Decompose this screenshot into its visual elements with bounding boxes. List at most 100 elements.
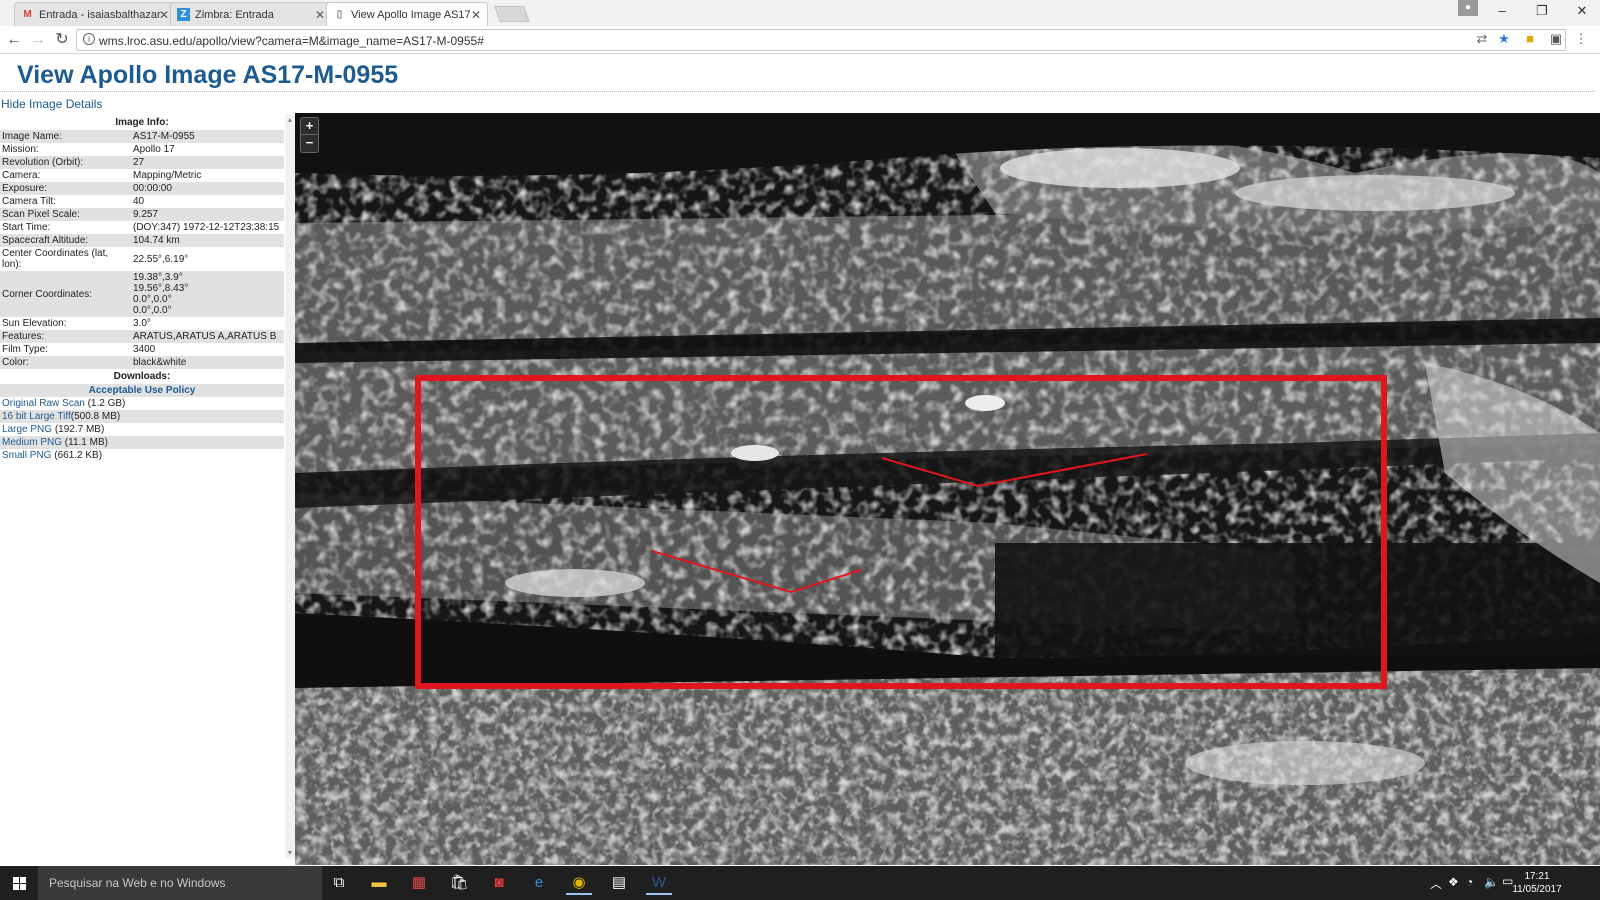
download-size: (11.1 MB) [64,437,108,448]
info-key: Revolution (Orbit): [0,156,131,169]
dropbox-icon[interactable]: ❖ [1448,875,1459,889]
info-value: 3.0° [133,318,151,329]
info-value: 19.38°,3.9° 19.56°,8.43° 0.0°,0.0° 0.0°,0.0… [131,271,284,317]
info-icon[interactable]: i [83,33,95,45]
close-tab-icon[interactable]: ✕ [159,8,169,22]
new-tab-button[interactable] [494,6,530,22]
corner-coordinate: 19.38°,3.9° [133,272,183,283]
download-size: (661.2 KB) [54,450,103,461]
browser-toolbar: ← → ↻ i wms.lroc.asu.edu/apollo/view?cam… [0,26,1600,54]
info-key: Color: [0,356,131,369]
maximize-button[interactable]: ❐ [1524,0,1560,22]
clock-date: 11/05/2017 [1512,884,1562,895]
back-icon[interactable]: ← [4,30,24,50]
info-value: 40 [133,196,145,207]
download-16bit-tiff-link[interactable]: 16 bit Large Tiff [2,411,71,422]
edge-icon[interactable]: e [526,871,552,895]
info-value: AS17-M-0955 [131,130,284,143]
zoom-out-button[interactable]: − [301,135,318,152]
tray-chevron-icon[interactable]: ︿ [1430,875,1442,892]
download-large-png-link[interactable]: Large PNG [2,424,52,435]
profile-icon[interactable]: ● [1458,0,1478,16]
scroll-down-icon[interactable]: ▼ [286,850,294,857]
store-icon[interactable]: 🛍 [446,871,472,895]
info-value: 3400 [133,344,156,355]
close-window-button[interactable]: ✕ [1564,0,1600,22]
info-key: Mission: [2,144,39,155]
volume-muted-icon[interactable]: 🔈 [1484,875,1499,889]
info-row-start-time: Start Time: (DOY:347) 1972-12-12T23:38:15 [0,221,284,234]
info-row-center-coordinates: Center Coordinates (lat, lon): 22.55°,6.1… [0,247,284,271]
info-row-corner-coordinates: Corner Coordinates: 19.38°,3.9° 19.56°,8.4… [0,271,284,317]
tab-title: Zimbra: Entrada [195,9,274,21]
task-view-icon[interactable]: ⧉ [326,871,352,895]
info-key: Image Name: [0,130,131,143]
file-explorer-icon[interactable]: ▬ [366,871,392,895]
close-tab-icon[interactable]: ✕ [471,8,481,22]
download-medium-png-link[interactable]: Medium PNG [2,437,62,448]
extension-icon[interactable]: ■ [1521,30,1539,48]
clock-time: 17:21 [1524,871,1550,882]
info-row-features: Features: ARATUS,ARATUS A,ARATUS B [0,330,284,343]
calendar-icon[interactable]: ▤ [606,871,632,895]
image-viewer[interactable] [295,113,1600,865]
image-info-table: Image Info: Image Name: AS17-M-0955 Missi… [0,115,284,462]
image-details-panel: Image Info: Image Name: AS17-M-0955 Missi… [0,115,293,859]
taskbar-search-box[interactable]: Pesquisar na Web e no Windows [38,866,322,900]
info-row-exposure: Exposure: 00:00:00 [0,182,284,195]
reload-icon[interactable]: ↻ [52,30,72,50]
download-size: (1.2 GB) [87,398,126,409]
network-icon[interactable]: ◔ [1466,875,1473,889]
zoom-control: + − [300,117,319,153]
tab-title: View Apollo Image AS17 [351,9,471,21]
scroll-up-icon[interactable]: ▲ [286,117,294,124]
info-row-image-name: Image Name: AS17-M-0955 [0,130,284,143]
info-row-altitude: Spacecraft Altitude: 104.74 km [0,234,284,247]
hide-image-details-link[interactable]: Hide Image Details [1,97,102,111]
download-small-png-link[interactable]: Small PNG [2,450,51,461]
windows-taskbar: Pesquisar na Web e no Windows ⧉ ▬ ▦ 🛍 ◙ … [0,866,1600,900]
info-row-mission: Mission: Apollo 17 [0,143,284,156]
info-key: Camera Tilt: [2,196,56,207]
app-icon[interactable]: ▦ [406,871,432,895]
info-value: 9.257 [131,208,284,221]
minimize-button[interactable]: – [1484,0,1520,22]
download-row: Original Raw Scan (1.2 GB) [0,397,284,410]
menu-icon[interactable]: ⋮ [1572,30,1590,48]
info-key: Start Time: [2,222,51,233]
windows-start-icon[interactable] [0,866,38,900]
close-tab-icon[interactable]: ✕ [315,8,325,22]
info-row-camera: Camera: Mapping/Metric [0,169,284,182]
acceptable-use-policy-link[interactable]: Acceptable Use Policy [0,384,284,397]
extension-2-icon[interactable]: ▣ [1547,30,1565,48]
bookmark-star-icon[interactable]: ★ [1495,30,1513,48]
taskbar-clock[interactable]: 17:21 11/05/2017 [1502,870,1572,896]
address-bar[interactable]: i wms.lroc.asu.edu/apollo/view?camera=M&… [76,29,1566,51]
page-icon: ▯ [336,9,343,20]
translate-icon[interactable]: ⇄ [1473,30,1491,48]
download-original-raw-scan-link[interactable]: Original Raw Scan [2,398,85,409]
info-row-scan-pixel-scale: Scan Pixel Scale: 9.257 [0,208,284,221]
forward-icon[interactable]: → [28,30,48,50]
info-row-film-type: Film Type: 3400 [0,343,284,356]
info-key: Camera: [2,170,41,181]
chrome-icon[interactable]: ◉ [566,871,592,895]
word-icon[interactable]: W [646,871,672,895]
app-sync-icon[interactable]: ◙ [486,871,512,895]
browser-tab-strip: M Entrada - isaiasbalthazar ✕ Z Zimbra: … [0,0,1600,26]
tab-gmail[interactable]: M Entrada - isaiasbalthazar ✕ [14,2,176,26]
info-value: 22.55°,6.19° [133,253,189,265]
tab-zimbra[interactable]: Z Zimbra: Entrada ✕ [170,2,332,26]
zoom-in-button[interactable]: + [301,118,318,135]
corner-coordinate: 0.0°,0.0° [133,294,172,305]
lunar-surface-image [295,113,1600,865]
zimbra-icon: Z [177,8,190,21]
info-key: Corner Coordinates: [0,271,131,317]
info-value: Apollo 17 [133,144,175,155]
info-value: 104.74 km [131,234,284,247]
tab-apollo-image[interactable]: ▯ View Apollo Image AS17 ✕ [326,2,488,26]
vertical-scrollbar[interactable]: ▲ ▼ [285,115,295,859]
image-info-header: Image Info: [115,117,169,128]
download-row: 16 bit Large Tiff(500.8 MB) [0,410,284,423]
info-row-color: Color: black&white [0,356,284,369]
